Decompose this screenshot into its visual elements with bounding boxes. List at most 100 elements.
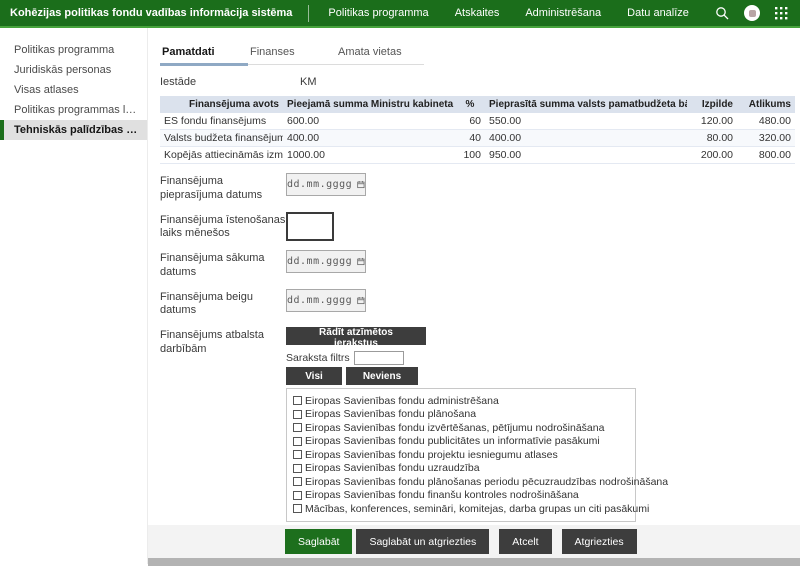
financing-table: Finansējuma avots Pieejamā summa Ministr… bbox=[160, 96, 795, 164]
cell-pieprasita: 400.00 bbox=[485, 130, 687, 147]
table-row: Valsts budžeta finansējums 400.00 40 400… bbox=[160, 130, 795, 147]
app-title: Kohēzijas politikas fondu vadības inform… bbox=[10, 7, 292, 19]
main-content: Pamatdati Finanses Amata vietas Iestāde … bbox=[148, 28, 800, 564]
checkbox-icon[interactable] bbox=[293, 437, 302, 446]
cell-pieejama: 600.00 bbox=[283, 113, 455, 130]
table-row: Kopējās attiecināmās izmaksas 1000.00 10… bbox=[160, 147, 795, 164]
cell-percent: 100 bbox=[455, 147, 485, 164]
checkbox-icon[interactable] bbox=[293, 450, 302, 459]
list-filter-input[interactable] bbox=[354, 351, 404, 365]
cell-pieejama: 400.00 bbox=[283, 130, 455, 147]
option-label: Eiropas Savienības fondu izvērtēšanas, p… bbox=[305, 422, 604, 434]
cell-izpilde: 200.00 bbox=[687, 147, 737, 164]
form-row: Finansējuma īstenošanas laiks mēnešos bbox=[160, 212, 795, 242]
menu-item[interactable]: Politikas programma bbox=[328, 7, 428, 19]
select-buttons-row: Visi Neviens bbox=[286, 367, 636, 385]
action-footer: Saglabāt Saglabāt un atgriezties Atcelt … bbox=[148, 525, 800, 566]
istenosanas-laiks-input[interactable] bbox=[286, 212, 334, 241]
option-label: Eiropas Savienības fondu projektu iesnie… bbox=[305, 449, 558, 461]
table-header-row: Finansējuma avots Pieejamā summa Ministr… bbox=[160, 96, 795, 113]
cell-atlikums: 800.00 bbox=[737, 147, 795, 164]
cell-avots: ES fondu finansējums bbox=[160, 113, 283, 130]
option-row[interactable]: Eiropas Savienības fondu finanšu kontrol… bbox=[293, 489, 629, 503]
list-filter-row: Saraksta filtrs bbox=[286, 351, 636, 365]
sidebar-nav: Politikas programma Juridiskās personas … bbox=[0, 28, 148, 564]
tab[interactable]: Pamatdati bbox=[160, 42, 248, 66]
sakuma-datums-input[interactable]: dd.mm.gggg bbox=[286, 250, 366, 273]
tab[interactable]: Finanses bbox=[248, 42, 336, 66]
checkbox-icon[interactable] bbox=[293, 410, 302, 419]
option-row[interactable]: Eiropas Savienības fondu administrēšana bbox=[293, 394, 629, 408]
cell-percent: 40 bbox=[455, 130, 485, 147]
calendar-icon bbox=[357, 179, 365, 190]
calendar-icon bbox=[357, 256, 365, 267]
checkbox-icon[interactable] bbox=[293, 504, 302, 513]
option-row[interactable]: Eiropas Savienības fondu publicitātes un… bbox=[293, 435, 629, 449]
sidebar-item[interactable]: Politikas programma bbox=[0, 40, 147, 60]
sidebar-item[interactable]: Politikas programmas līmeņa p... bbox=[0, 100, 147, 120]
pieprasijuma-datums-input[interactable]: dd.mm.gggg bbox=[286, 173, 366, 196]
return-button[interactable]: Atgriezties bbox=[562, 529, 637, 554]
save-and-return-button[interactable]: Saglabāt un atgriezties bbox=[356, 529, 489, 554]
option-row[interactable]: Eiropas Savienības fondu plānošanas peri… bbox=[293, 475, 629, 489]
menu-item[interactable]: Datu analīze bbox=[627, 7, 689, 19]
col-header-pieprasita: Pieprasītā summa valsts pamatbudžeta bāz… bbox=[485, 96, 687, 113]
date-placeholder: dd.mm.gggg bbox=[287, 179, 352, 190]
cell-percent: 60 bbox=[455, 113, 485, 130]
option-row[interactable]: Eiropas Savienības fondu plānošana bbox=[293, 408, 629, 422]
sidebar-item[interactable]: Juridiskās personas bbox=[0, 60, 147, 80]
tab[interactable]: Amata vietas bbox=[336, 42, 424, 66]
istenosanas-laiks-label: Finansējuma īstenošanas laiks mēnešos bbox=[160, 212, 286, 242]
show-marked-button[interactable]: Rādīt atzīmētos ierakstus bbox=[286, 327, 426, 345]
col-header-pieejama: Pieejamā summa Ministru kabineta noteiku… bbox=[283, 96, 455, 113]
option-label: Eiropas Savienības fondu publicitātes un… bbox=[305, 435, 600, 447]
search-icon[interactable] bbox=[715, 6, 729, 20]
option-label: Eiropas Savienības fondu plānošanas peri… bbox=[305, 476, 668, 488]
col-header-percent: % bbox=[455, 96, 485, 113]
menu-item[interactable]: Atskaites bbox=[455, 7, 500, 19]
col-header-izpilde: Izpilde bbox=[687, 96, 737, 113]
checkbox-icon[interactable] bbox=[293, 477, 302, 486]
option-label: Eiropas Savienības fondu administrēšana bbox=[305, 395, 499, 407]
checkbox-icon[interactable] bbox=[293, 491, 302, 500]
user-avatar[interactable] bbox=[744, 5, 760, 21]
top-navbar: Kohēzijas politikas fondu vadības inform… bbox=[0, 0, 800, 28]
sakuma-datums-label: Finansējuma sākuma datums bbox=[160, 250, 286, 280]
cancel-button[interactable]: Atcelt bbox=[499, 529, 551, 554]
col-header-avots: Finansējuma avots bbox=[160, 96, 283, 113]
cell-atlikums: 320.00 bbox=[737, 130, 795, 147]
beigu-datums-input[interactable]: dd.mm.gggg bbox=[286, 289, 366, 312]
filter-label: Saraksta filtrs bbox=[286, 352, 350, 364]
footer-button-bar: Saglabāt Saglabāt un atgriezties Atcelt … bbox=[148, 525, 800, 558]
table-row: ES fondu finansējums 600.00 60 550.00 12… bbox=[160, 113, 795, 130]
checkbox-icon[interactable] bbox=[293, 464, 302, 473]
cell-izpilde: 80.00 bbox=[687, 130, 737, 147]
navbar-divider bbox=[308, 5, 309, 22]
checkbox-icon[interactable] bbox=[293, 396, 302, 405]
save-button[interactable]: Saglabāt bbox=[285, 529, 352, 554]
app-grid-icon[interactable] bbox=[775, 7, 788, 20]
select-none-button[interactable]: Neviens bbox=[346, 367, 418, 385]
option-label: Mācības, konferences, semināri, komiteja… bbox=[305, 503, 649, 515]
option-row[interactable]: Mācības, konferences, semināri, komiteja… bbox=[293, 502, 629, 516]
cell-pieejama: 1000.00 bbox=[283, 147, 455, 164]
sidebar-item[interactable]: Visas atlases bbox=[0, 80, 147, 100]
option-row[interactable]: Eiropas Savienības fondu izvērtēšanas, p… bbox=[293, 421, 629, 435]
option-row[interactable]: Eiropas Savienības fondu uzraudzība bbox=[293, 462, 629, 476]
option-label: Eiropas Savienības fondu plānošana bbox=[305, 408, 476, 420]
iestade-row: Iestāde KM bbox=[160, 76, 795, 88]
select-all-button[interactable]: Visi bbox=[286, 367, 342, 385]
darbibas-widget: Rādīt atzīmētos ierakstus Saraksta filtr… bbox=[286, 327, 636, 538]
option-row[interactable]: Eiropas Savienības fondu projektu iesnie… bbox=[293, 448, 629, 462]
options-listbox: Eiropas Savienības fondu administrēšana … bbox=[286, 388, 636, 522]
menu-item[interactable]: Administrēšana bbox=[525, 7, 601, 19]
darbibas-row: Finansējums atbalsta darbībām Rādīt atzī… bbox=[160, 327, 795, 538]
darbibas-label: Finansējums atbalsta darbībām bbox=[160, 327, 286, 357]
beigu-datums-label: Finansējuma beigu datums bbox=[160, 289, 286, 319]
sidebar-item[interactable]: Tehniskās palīdzības uzskaite bbox=[0, 120, 147, 140]
avatar-mark bbox=[749, 10, 756, 17]
financing-form: Finansējuma pieprasījuma datums dd.mm.gg… bbox=[160, 173, 795, 538]
checkbox-icon[interactable] bbox=[293, 423, 302, 432]
iestade-label: Iestāde bbox=[160, 76, 300, 88]
cell-avots: Valsts budžeta finansējums bbox=[160, 130, 283, 147]
